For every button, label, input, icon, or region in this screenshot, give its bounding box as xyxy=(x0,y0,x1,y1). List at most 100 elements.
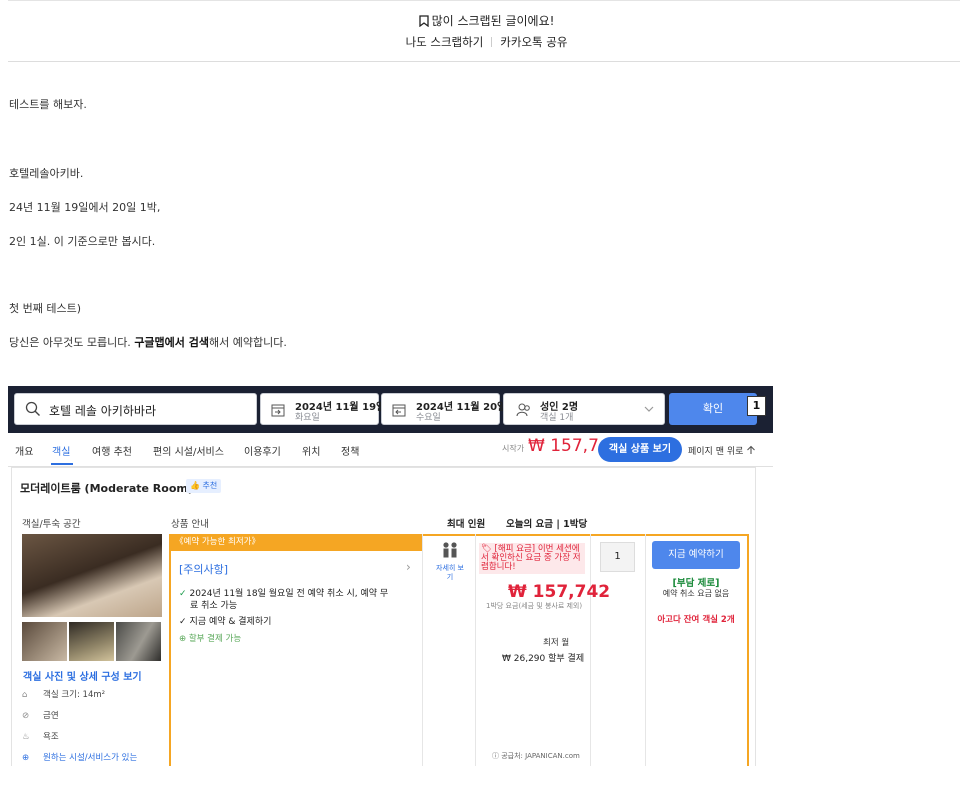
destination-search-input[interactable]: 호텔 레솔 아키하바라 xyxy=(14,393,257,425)
text: 해서 예약합니다. xyxy=(208,336,287,349)
feature-label: 욕조 xyxy=(43,732,59,742)
tab-reviews[interactable]: 이용후기 xyxy=(244,443,281,458)
offer-header: 《예약 가능한 최저가》 xyxy=(169,534,422,551)
tab-facilities[interactable]: 편의 시설/서비스 xyxy=(153,443,224,458)
post-paragraph-1: 테스트를 해보자. xyxy=(9,98,87,111)
chevron-right-icon[interactable]: › xyxy=(406,560,411,574)
condition-text: 지금 예약 & 결제하기 xyxy=(189,617,272,627)
tab-rooms[interactable]: 객실 xyxy=(52,443,70,458)
chevron-down-icon xyxy=(644,406,654,412)
zero-burden-title: [부담 제로] xyxy=(672,578,720,589)
notice-link[interactable]: [주의사항] xyxy=(179,561,228,577)
text: 당신은 아무것도 모릅니다. xyxy=(9,336,135,349)
column-header-info: 상품 안내 xyxy=(171,519,209,530)
tab-overview[interactable]: 개요 xyxy=(15,443,33,458)
guests-rooms: 객실 1개 xyxy=(540,413,574,423)
scrap-button[interactable]: 나도 스크랩하기 xyxy=(406,35,484,49)
feature-request-link[interactable]: ⊕ 원하는 시설/서비스가 있는 xyxy=(22,751,137,763)
hot-deal-banner: 🏷 [해피 요금] 이번 세션에서 확인하신 요금 중 가장 저렴합니다! xyxy=(479,543,585,574)
min-monthly-label: 최저 월 xyxy=(543,638,570,648)
room-quantity-select[interactable]: 1 xyxy=(600,542,635,572)
hot-deal-text: [해피 요금] 이번 세션에서 확인하신 요금 중 가장 저렴합니다! xyxy=(481,544,581,572)
arrow-up-icon xyxy=(747,445,756,454)
divider xyxy=(491,37,493,47)
content-divider xyxy=(8,61,960,62)
column-divider xyxy=(475,534,476,766)
column-divider xyxy=(422,534,423,766)
free-cancel-condition-cont: 료 취소 가능 xyxy=(190,601,238,611)
checkin-day: 화요일 xyxy=(295,413,320,423)
price-from-label: 시작가 xyxy=(502,444,525,453)
bathtub-icon: ♨ xyxy=(22,732,30,742)
check-icon: ✓ xyxy=(179,617,187,627)
price-note: 1박당 요금(세금 및 봉사료 제외) xyxy=(486,602,583,610)
post-paragraph-2: 호텔레솔아키바. xyxy=(9,167,84,180)
calendar-icon xyxy=(271,404,285,417)
kakao-share-button[interactable]: 카카오톡 공유 xyxy=(500,35,567,49)
column-divider xyxy=(645,534,646,766)
scrap-title: 많이 스크랩된 글이에요! xyxy=(431,14,555,28)
people-detail-link[interactable]: 자세히 보기 xyxy=(436,564,464,582)
max-occupancy[interactable]: 자세히 보기 xyxy=(436,541,464,582)
active-tab-indicator xyxy=(51,463,73,465)
post-paragraph-3: 24년 11월 19일에서 20일 1박, xyxy=(9,201,161,214)
column-header-price: 오늘의 요금 | 1박당 xyxy=(506,519,588,530)
checkout-date-field[interactable]: 2024년 11월 20일 수요일 xyxy=(381,393,506,425)
installment-info: ⊕ 할부 결제 가능 xyxy=(179,632,241,644)
no-smoking-icon: ⊘ xyxy=(22,711,30,721)
room-price: ₩ 157,742 xyxy=(508,582,611,602)
feature-room-size: ⌂ 객실 크기: 14m² xyxy=(22,688,105,700)
post-paragraph-4: 2인 1실. 이 기준으로만 봅시다. xyxy=(9,235,156,248)
scrap-actions: 나도 스크랩하기 카카오톡 공유 xyxy=(0,34,973,50)
room-photo-thumb[interactable] xyxy=(69,622,114,661)
room-photos-link[interactable]: 객실 사진 및 상세 구성 보기 xyxy=(23,668,142,683)
calendar-icon xyxy=(392,404,406,417)
room-photo-thumb[interactable] xyxy=(116,622,161,661)
check-icon: ✓ xyxy=(179,589,187,599)
recommend-badge: 👍 추천 xyxy=(186,479,222,493)
tab-location[interactable]: 위치 xyxy=(302,443,320,458)
installment-label: 할부 결제 가능 xyxy=(188,634,242,644)
post-paragraph-6: 당신은 아무것도 모릅니다. 구글맵에서 검색해서 예약합니다. xyxy=(9,334,287,350)
section-tabs: 개요 객실 여행 추천 편의 시설/서비스 이용후기 위치 정책 시작가 ₩ 1… xyxy=(8,433,773,467)
zero-burden-sub: 예약 취소 요금 없음 xyxy=(662,589,730,598)
back-to-top-label: 페이지 맨 위로 xyxy=(688,447,744,457)
book-now-button[interactable]: 지금 예약하기 xyxy=(652,541,740,569)
feature-nonsmoking: ⊘ 금연 xyxy=(22,709,59,721)
post-paragraph-5: 첫 번째 테스트) xyxy=(9,302,82,315)
room-photo-main[interactable] xyxy=(22,534,162,617)
back-to-top-link[interactable]: 페이지 맨 위로 xyxy=(688,444,756,457)
search-confirm-button[interactable]: 확인 xyxy=(669,393,757,425)
feature-label: 금연 xyxy=(43,711,59,721)
feature-bathtub: ♨ 욕조 xyxy=(22,730,59,742)
tab-policy[interactable]: 정책 xyxy=(341,443,359,458)
installment-icon: ⊕ xyxy=(179,634,189,644)
bookmark-icon xyxy=(418,15,429,28)
room-photo-thumb[interactable] xyxy=(22,622,67,661)
people-icon xyxy=(443,542,457,558)
house-icon: ⌂ xyxy=(22,690,28,700)
bold-text: 구글맵에서 검색 xyxy=(134,336,209,349)
scrap-banner: 많이 스크랩된 글이에요! xyxy=(0,12,973,29)
supplier-info: ⓘ 공급처: JAPANICAN.com xyxy=(492,751,580,761)
room-title: 모더레이트룸 (Moderate Room) xyxy=(20,482,193,495)
feature-label: 원하는 시설/서비스가 있는 xyxy=(43,753,138,763)
top-divider xyxy=(8,0,960,1)
supplier-text: 공급처: JAPANICAN.com xyxy=(501,752,580,760)
tab-travel-recommend[interactable]: 여행 추천 xyxy=(92,443,132,458)
search-value: 호텔 레솔 아키하바라 xyxy=(49,404,156,418)
column-divider xyxy=(590,534,591,766)
condition-text: 2024년 11월 18일 월요일 전 예약 취소 시, 예약 무 xyxy=(189,589,389,599)
pay-now-condition: ✓ 지금 예약 & 결제하기 xyxy=(179,616,271,628)
guests-field[interactable]: 성인 2명 객실 1개 xyxy=(503,393,665,425)
plus-circle-icon: ⊕ xyxy=(22,753,30,763)
free-cancel-condition: ✓ 2024년 11월 18일 월요일 전 예약 취소 시, 예약 무 xyxy=(179,588,388,600)
rooms-left: 아고다 잔여 객실 2개 xyxy=(657,615,735,625)
people-icon xyxy=(516,403,530,417)
embedded-screenshot: 호텔 레솔 아키하바라 2024년 11월 19일 화요일 2024년 11월 … xyxy=(8,386,773,766)
checkin-date-field[interactable]: 2024년 11월 19일 화요일 xyxy=(260,393,385,425)
column-header-room: 객실/투숙 공간 xyxy=(22,519,81,530)
monthly-installment: ₩ 26,290 할부 결제 xyxy=(502,654,585,664)
annotation-marker: 1 xyxy=(747,396,766,416)
view-rooms-button[interactable]: 객실 상품 보기 xyxy=(598,437,682,462)
